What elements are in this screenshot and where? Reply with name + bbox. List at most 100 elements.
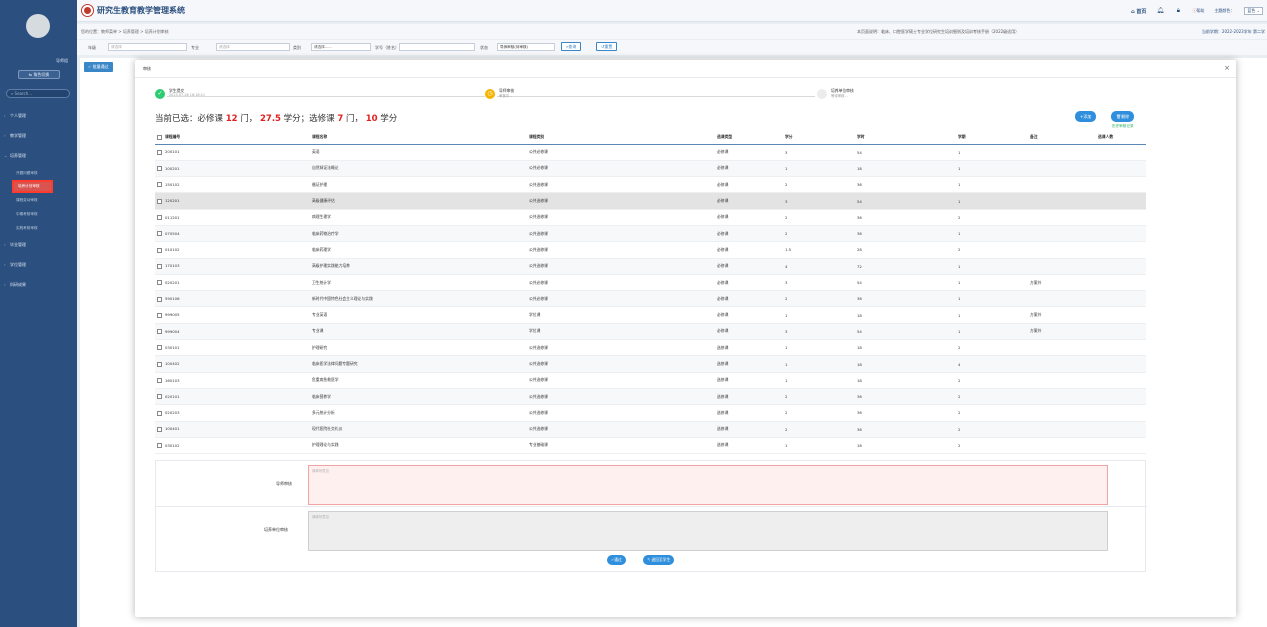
home-label: 首页	[1136, 8, 1147, 15]
lock-icon[interactable]: 🔒︎	[1174, 7, 1182, 15]
return-to-student-button[interactable]: ↰ 退回至学生	[643, 555, 675, 565]
table-row[interactable]: 020203 多元统计分析 公共选修课 选修课 2 36 2	[155, 404, 1146, 422]
help-link[interactable]: ⓘ帮助	[1192, 8, 1204, 14]
table-row[interactable]: 999004 专业课 学位课 必修课 3 54 1 方案外	[155, 323, 1146, 341]
table-row[interactable]: 030102 护理理论与实践 专业基础课 选修课 1 18 2	[155, 437, 1146, 455]
sidebar-subitem-course-change[interactable]: 课程变动审核	[0, 193, 77, 207]
sidebar-subitem-proposal[interactable]: 开题问题审核	[0, 166, 77, 180]
stuno-input[interactable]	[399, 43, 475, 51]
user-role: 导师组	[56, 58, 68, 63]
sidebar-item-degree[interactable]: › 学位管理	[0, 255, 77, 275]
table-cell: 36	[857, 209, 958, 226]
batch-approve-button[interactable]: ✓ 批量通过	[84, 62, 113, 72]
course-code-cell: 100402	[155, 355, 312, 373]
sidebar-item-research[interactable]: › 科研成果	[0, 275, 77, 295]
table-cell: 1	[785, 355, 857, 373]
table-row[interactable]: 999005 专业英语 学位课 必修课 1 18 1 方案外	[155, 306, 1146, 324]
table-cell: 英语	[312, 144, 529, 161]
table-cell: 必修课	[717, 290, 785, 308]
table-cell: 54	[857, 192, 958, 210]
table-cell: 高级健康评估	[312, 192, 529, 210]
required-count: 12	[225, 114, 238, 124]
table-row[interactable]: 070504 临床药物治疗学 公共选修课 必修课 2 36 1	[155, 225, 1146, 243]
row-checkbox[interactable]	[157, 280, 162, 286]
switch-role-button[interactable]: ⇆ 角色切换	[18, 70, 60, 79]
table-cell: 公共选修课	[529, 258, 717, 275]
table-row[interactable]: 150102 循证护理 公共选修课 必修课 2 36 1	[155, 176, 1146, 194]
table-row[interactable]: 010102 临床药理学 公共选修课 必修课 1.5 28 2	[155, 241, 1146, 259]
table-row[interactable]: 020201 卫生统计学 公共必修课 必修课 3 54 1 方案外	[155, 274, 1146, 292]
table-cell: 2	[958, 209, 1030, 226]
row-checkbox[interactable]	[157, 410, 162, 416]
row-checkbox[interactable]	[157, 378, 162, 384]
reset-button[interactable]: ↺重置	[596, 42, 618, 51]
column-header: 学分	[785, 131, 857, 145]
row-checkbox[interactable]	[157, 166, 162, 172]
table-row[interactable]: 590106 新时代中国特色社会主义理论与实践 公共必修课 必修课 2 36 1	[155, 290, 1146, 308]
approve-button[interactable]: ✓通过	[607, 555, 626, 565]
sidebar-item-graduation[interactable]: › 毕业管理	[0, 235, 77, 255]
delete-course-button[interactable]: 🗑︎删除	[1111, 111, 1135, 122]
sidebar-item-training[interactable]: ⌄ 培养管理	[0, 146, 77, 166]
step-status: 审核中...	[499, 94, 513, 98]
table-row[interactable]: 100402 临床医学法律问题专题研究 公共选修课 选修课 1 18 4	[155, 355, 1146, 373]
mentor-review-textarea[interactable]: 请填写意见	[308, 465, 1108, 505]
sidebar-item-label: 个人管理	[10, 113, 26, 118]
row-checkbox[interactable]	[157, 182, 162, 188]
step-submitted: ✓ 学生提交 2023-07-26 16:18:11	[155, 85, 485, 105]
history-link[interactable]: 历史审核记录	[1112, 124, 1134, 129]
table-row[interactable]: 100201 自然辩证法概论 公共必修课 必修课 1 18 1	[155, 160, 1146, 178]
row-checkbox[interactable]	[157, 263, 162, 269]
row-checkbox[interactable]	[157, 215, 162, 221]
status-select[interactable]: 导师审核(待审核)	[497, 43, 555, 51]
table-row[interactable]: 160103 危重病急救医学 公共选修课 选修课 1 18 2	[155, 372, 1146, 389]
row-checkbox[interactable]	[157, 231, 162, 237]
row-checkbox[interactable]	[157, 394, 162, 400]
home-link[interactable]: ⌂ 首页	[1131, 8, 1146, 15]
query-button[interactable]: ⌕查询	[561, 42, 582, 51]
row-checkbox[interactable]	[157, 198, 162, 204]
sidebar-item-personal[interactable]: › 个人管理	[0, 106, 77, 126]
table-cell: 1	[958, 176, 1030, 194]
table-cell	[1030, 404, 1098, 422]
grade-select[interactable]: 请选择	[108, 43, 187, 51]
theme-select[interactable]: 蓝色 ⌄	[1244, 7, 1263, 15]
row-checkbox[interactable]	[157, 329, 162, 335]
table-row[interactable]: 030101 护理研究 公共选修课 选修课 1 18 2	[155, 339, 1146, 357]
type-select[interactable]: 请选择......	[311, 43, 371, 51]
row-checkbox[interactable]	[157, 149, 162, 155]
table-row[interactable]: 100401 现代医院社交礼仪 公共选修课 选修课 2 36 2	[155, 421, 1146, 438]
table-row[interactable]: 200101 英语 公共必修课 必修课 3 54 1	[155, 144, 1146, 161]
row-checkbox[interactable]	[157, 443, 162, 449]
table-cell: 专业课	[312, 323, 529, 341]
bell-icon[interactable]: 🔔︎	[1156, 7, 1165, 15]
table-row[interactable]: 011201 病理生理学 公共选修课 必修课 2 36 2	[155, 209, 1146, 226]
course-code: 010102	[165, 247, 180, 253]
chevron-right-icon: ›	[4, 242, 6, 247]
close-icon[interactable]: ×	[1224, 64, 1230, 72]
row-checkbox[interactable]	[157, 247, 162, 253]
table-cell: 1	[958, 258, 1030, 275]
select-all-checkbox[interactable]	[157, 134, 162, 140]
course-code-cell: 160103	[155, 372, 312, 389]
sidebar-search-input[interactable]: ⌕ Search...	[6, 89, 70, 98]
table-row[interactable]: 020101 临床营养学 公共选修课 选修课 2 36 2	[155, 388, 1146, 406]
avatar[interactable]	[26, 14, 50, 38]
row-checkbox[interactable]	[157, 312, 162, 318]
sidebar-subitem-plan-review[interactable]: 培养计划审核	[12, 180, 53, 193]
sidebar-subitem-practice[interactable]: 实践考核审核	[0, 221, 77, 235]
sidebar-item-teaching[interactable]: › 教学管理	[0, 126, 77, 146]
table-cell	[1098, 306, 1146, 324]
row-checkbox[interactable]	[157, 426, 162, 432]
table-row[interactable]: 120201 高级健康评估 公共选修课 必修课 3 54 1	[155, 192, 1146, 210]
sidebar-subitem-midterm[interactable]: 中期考核审核	[0, 207, 77, 221]
row-checkbox[interactable]	[157, 345, 162, 351]
row-checkbox[interactable]	[157, 361, 162, 367]
add-course-button[interactable]: +添加	[1075, 111, 1097, 122]
table-cell: 18	[857, 339, 958, 357]
page-notice[interactable]: 本页面说明：临床、口腔医学硕士专业学位研究生培训细则及培训考核手册（2022级适…	[857, 29, 1019, 35]
row-checkbox[interactable]	[157, 296, 162, 302]
table-cell: 选修课	[717, 404, 785, 422]
table-row[interactable]: 170103 高级护理实践能力培养 公共选修课 必修课 4 72 1	[155, 258, 1146, 275]
major-select[interactable]: 请选择	[216, 43, 290, 51]
